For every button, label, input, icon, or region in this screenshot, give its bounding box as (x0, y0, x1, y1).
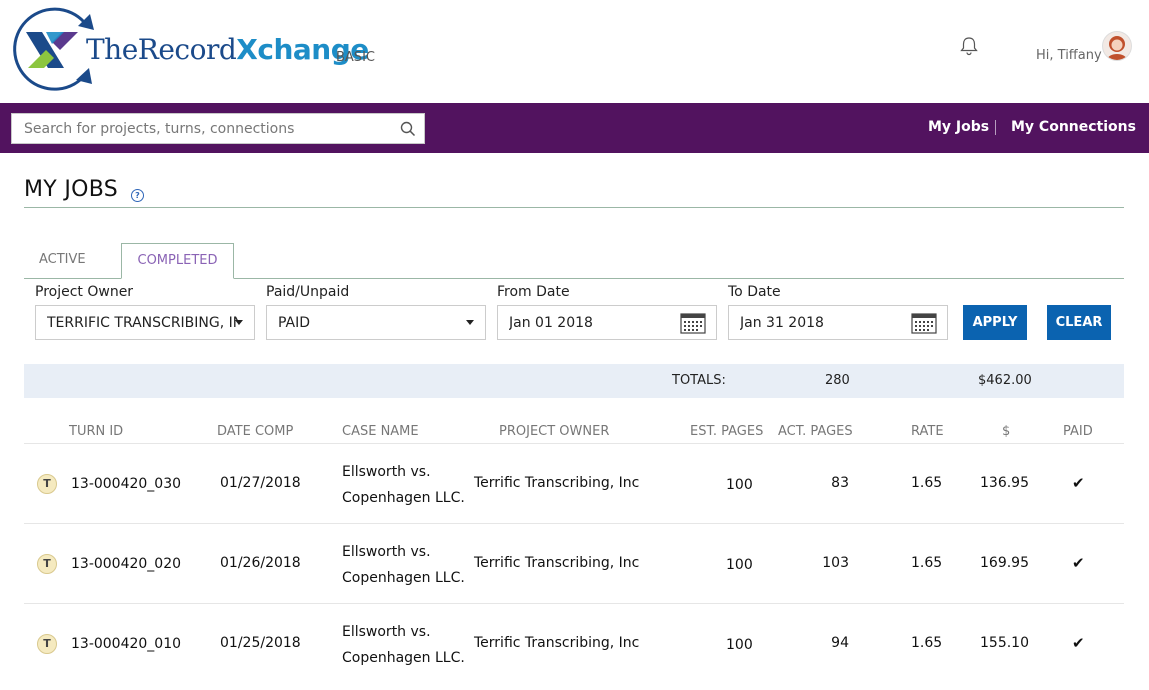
paid-unpaid-label: Paid/Unpaid (266, 284, 350, 300)
brand-logo-icon[interactable] (6, 4, 98, 98)
column-header-amount[interactable]: $ (1002, 424, 1010, 439)
turn-id-link[interactable]: 13-000420_010 (71, 636, 181, 652)
project-owner-value: TERRIFIC TRANSCRIBING, INC (47, 315, 239, 331)
apply-button[interactable]: APPLY (963, 305, 1027, 340)
table-row[interactable]: T 13-000420_030 01/27/2018 Ellsworth vs.… (24, 443, 1124, 523)
chevron-down-icon (235, 320, 243, 325)
title-divider (24, 207, 1124, 208)
totals-act-pages: 280 (825, 373, 850, 388)
column-header-turn-id[interactable]: TURN ID (69, 424, 123, 439)
amount-cell: 155.10 (980, 635, 1029, 651)
tab-active[interactable]: ACTIVE (39, 252, 86, 267)
from-date-value: Jan 01 2018 (509, 315, 593, 331)
case-name-line1: Ellsworth vs. (342, 544, 431, 560)
paid-unpaid-value: PAID (278, 315, 311, 331)
calendar-icon[interactable] (680, 312, 706, 334)
to-date-field[interactable]: Jan 31 2018 (728, 305, 948, 340)
est-pages-cell: 100 (726, 637, 753, 653)
case-name-cell: Ellsworth vs. Copenhagen LLC. (342, 619, 465, 671)
user-avatar[interactable] (1103, 32, 1131, 60)
column-header-case-name[interactable]: CASE NAME (342, 424, 419, 439)
column-header-est-pages[interactable]: EST. PAGES (690, 424, 763, 439)
totals-amount: $462.00 (978, 373, 1032, 388)
est-pages-cell: 100 (726, 477, 753, 493)
project-owner-cell: Terrific Transcribing, Inc (474, 475, 640, 491)
rate-cell: 1.65 (911, 475, 943, 491)
nav-my-connections-link[interactable]: My Connections (1011, 119, 1136, 135)
column-header-paid[interactable]: PAID (1063, 424, 1093, 439)
table-row[interactable]: T 13-000420_020 01/26/2018 Ellsworth vs.… (24, 523, 1124, 603)
rate-cell: 1.65 (911, 555, 943, 571)
rate-cell: 1.65 (911, 635, 943, 651)
turn-id-link[interactable]: 13-000420_020 (71, 556, 181, 572)
calendar-icon[interactable] (911, 312, 937, 334)
case-name-cell: Ellsworth vs. Copenhagen LLC. (342, 539, 465, 591)
clear-button[interactable]: CLEAR (1047, 305, 1111, 340)
user-greeting[interactable]: Hi, Tiffany (1036, 48, 1102, 63)
global-search[interactable] (11, 113, 425, 144)
project-owner-cell: Terrific Transcribing, Inc (474, 555, 640, 571)
top-nav-bar: My Jobs My Connections (0, 103, 1149, 153)
est-pages-cell: 100 (726, 557, 753, 573)
column-header-project-owner[interactable]: PROJECT OWNER (499, 424, 609, 439)
from-date-field[interactable]: Jan 01 2018 (497, 305, 717, 340)
paid-check-icon: ✔ (1072, 634, 1085, 652)
act-pages-cell: 94 (831, 635, 849, 651)
case-name-line1: Ellsworth vs. (342, 624, 431, 640)
act-pages-cell: 103 (822, 555, 849, 571)
brand-name: TheRecordXchange (86, 33, 369, 66)
from-date-label: From Date (497, 284, 570, 300)
search-icon[interactable] (400, 121, 416, 137)
notification-bell-icon[interactable] (958, 36, 980, 56)
amount-cell: 136.95 (980, 475, 1029, 491)
nav-divider (995, 120, 996, 135)
table-row[interactable]: T 13-000420_010 01/25/2018 Ellsworth vs.… (24, 603, 1124, 683)
case-name-line1: Ellsworth vs. (342, 464, 431, 480)
column-header-rate[interactable]: RATE (911, 424, 944, 439)
chevron-down-icon (466, 320, 474, 325)
totals-bar: TOTALS: 280 $462.00 (24, 364, 1124, 398)
paid-check-icon: ✔ (1072, 554, 1085, 572)
act-pages-cell: 83 (831, 475, 849, 491)
project-owner-cell: Terrific Transcribing, Inc (474, 635, 640, 651)
paid-check-icon: ✔ (1072, 474, 1085, 492)
totals-label: TOTALS: (672, 373, 726, 388)
to-date-value: Jan 31 2018 (740, 315, 824, 331)
date-comp-cell: 01/25/2018 (220, 635, 301, 651)
paid-unpaid-select[interactable]: PAID (266, 305, 486, 340)
amount-cell: 169.95 (980, 555, 1029, 571)
page-title: MY JOBS (24, 177, 118, 202)
case-name-line2: Copenhagen LLC. (342, 490, 465, 506)
date-comp-cell: 01/26/2018 (220, 555, 301, 571)
turn-type-badge: T (37, 474, 57, 494)
turn-type-badge: T (37, 634, 57, 654)
turn-type-badge: T (37, 554, 57, 574)
case-name-line2: Copenhagen LLC. (342, 570, 465, 586)
help-icon[interactable]: ? (131, 189, 144, 202)
nav-my-jobs-link[interactable]: My Jobs (928, 119, 989, 135)
case-name-line2: Copenhagen LLC. (342, 650, 465, 666)
project-owner-label: Project Owner (35, 284, 134, 300)
project-owner-select[interactable]: TERRIFIC TRANSCRIBING, INC (35, 305, 255, 340)
case-name-cell: Ellsworth vs. Copenhagen LLC. (342, 459, 465, 511)
brand-prefix: TheRecord (86, 33, 237, 66)
plan-tier-label: BASIC (336, 50, 375, 65)
to-date-label: To Date (728, 284, 781, 300)
column-header-date-comp[interactable]: DATE COMP (217, 424, 293, 439)
search-input[interactable] (22, 120, 396, 138)
column-header-act-pages[interactable]: ACT. PAGES (778, 424, 853, 439)
user-avatar-icon (1107, 36, 1127, 60)
date-comp-cell: 01/27/2018 (220, 475, 301, 491)
turn-id-link[interactable]: 13-000420_030 (71, 476, 181, 492)
tab-completed[interactable]: COMPLETED (121, 243, 234, 279)
